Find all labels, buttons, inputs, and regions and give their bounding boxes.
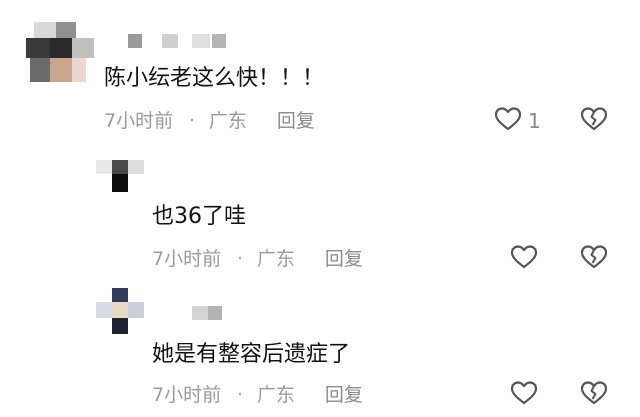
reply-button[interactable]: 回复: [325, 248, 363, 270]
broken-heart-icon[interactable]: [580, 106, 608, 132]
username-blurred[interactable]: [192, 306, 232, 322]
comment-text: 也36了哇: [152, 204, 246, 229]
comment-time: 7小时前: [152, 248, 222, 270]
heart-outline-icon[interactable]: [494, 106, 522, 132]
comment-location: 广东: [208, 110, 247, 132]
comment-meta: 7小时前 · 广东 回复: [104, 110, 315, 132]
avatar[interactable]: [96, 160, 144, 194]
comment-time: 7小时前: [104, 110, 174, 132]
meta-separator: ·: [189, 110, 195, 131]
meta-separator: ·: [237, 384, 243, 405]
avatar[interactable]: [96, 288, 144, 336]
comment-location: 广东: [256, 248, 295, 270]
avatar[interactable]: [18, 14, 98, 94]
comment-text: 陈小纭老这么快！！！: [104, 66, 325, 91]
comment-meta: 7小时前 · 广东 回复: [152, 384, 363, 406]
reply-button[interactable]: 回复: [277, 110, 315, 132]
broken-heart-icon[interactable]: [580, 244, 608, 270]
heart-outline-icon[interactable]: [510, 380, 538, 406]
username-blurred[interactable]: [128, 32, 248, 48]
like-count: 1: [528, 109, 541, 133]
comment-time: 7小时前: [152, 384, 222, 406]
meta-separator: ·: [237, 248, 243, 269]
comment-text: 她是有整容后遗症了: [152, 342, 351, 367]
comment-location: 广东: [256, 384, 295, 406]
broken-heart-icon[interactable]: [580, 380, 608, 406]
comment-meta: 7小时前 · 广东 回复: [152, 248, 363, 270]
heart-outline-icon[interactable]: [510, 244, 538, 270]
reply-button[interactable]: 回复: [325, 384, 363, 406]
